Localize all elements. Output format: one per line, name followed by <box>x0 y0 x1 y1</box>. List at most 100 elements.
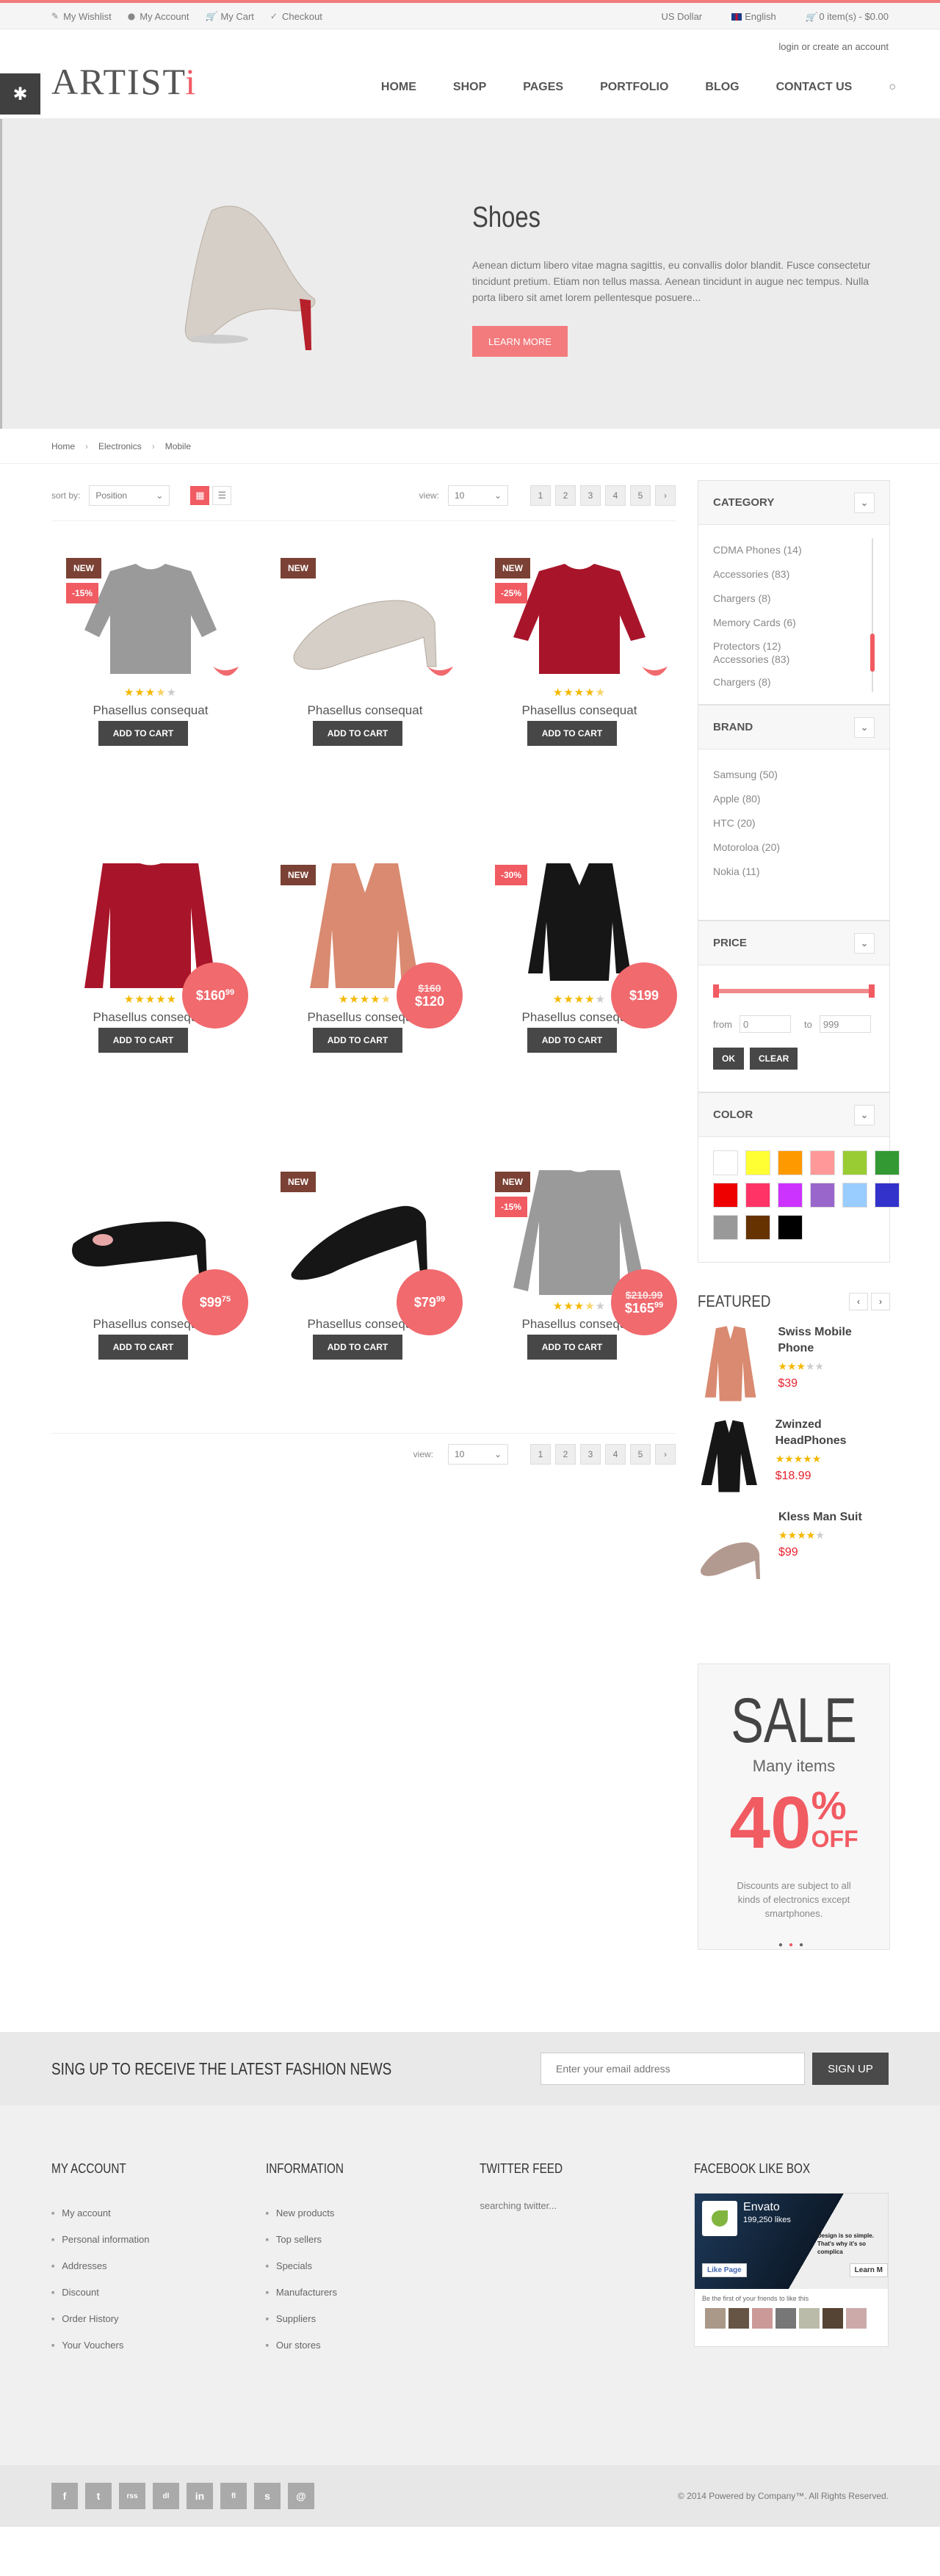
grid-view-button[interactable]: ▦ <box>190 485 210 505</box>
color-swatch[interactable] <box>745 1183 770 1208</box>
price-to-input[interactable]: 999 <box>819 1015 871 1033</box>
color-swatch[interactable] <box>778 1183 803 1208</box>
chevron-down-icon[interactable]: ⌄ <box>854 1104 875 1125</box>
footer-link[interactable]: New products <box>266 2200 480 2227</box>
nav-blog[interactable]: BLOG <box>705 81 739 94</box>
add-to-cart-button[interactable]: ADD TO CART <box>527 1335 617 1360</box>
product-name[interactable]: Phasellus consequat <box>51 703 250 718</box>
nav-pages[interactable]: PAGES <box>523 81 563 94</box>
footer-link[interactable]: Personal information <box>51 2227 266 2253</box>
carousel-dot[interactable]: ● <box>799 1941 809 1949</box>
brand-item[interactable]: HTC (20) <box>713 811 875 835</box>
scrollbar[interactable] <box>870 538 875 692</box>
product-card[interactable]: NEW $7999 Phasellus consequat ADD TO CAR… <box>266 1155 464 1462</box>
featured-name[interactable]: Swiss Mobile Phone <box>778 1324 890 1357</box>
category-item[interactable]: Protectors (12) <box>713 639 875 653</box>
nav-portfolio[interactable]: PORTFOLIO <box>600 81 668 94</box>
twitter-icon[interactable]: t <box>85 2483 112 2509</box>
product-card[interactable]: -30% $199 ★★★★★ Phasellus consequat ADD … <box>480 849 679 1155</box>
product-card[interactable]: $9975 Phasellus consequat ADD TO CART <box>51 1155 250 1462</box>
language-select[interactable]: English <box>731 11 776 22</box>
product-name[interactable]: Phasellus consequat <box>480 703 679 718</box>
category-item[interactable]: Memory Cards (6) <box>713 611 875 635</box>
footer-link[interactable]: My account <box>51 2200 266 2227</box>
page-3[interactable]: 3 <box>580 485 601 506</box>
add-to-cart-button[interactable]: ADD TO CART <box>313 721 402 746</box>
account-link[interactable]: ● My Account <box>128 11 189 22</box>
currency-select[interactable]: US Dollar <box>662 11 703 22</box>
page-2[interactable]: 2 <box>555 485 576 506</box>
email-icon[interactable]: @ <box>288 2483 314 2509</box>
sale-banner[interactable]: SALE Many items 40 % OFF Discounts are su… <box>698 1663 890 1950</box>
category-item[interactable]: Chargers (8) <box>713 587 875 611</box>
color-swatch[interactable] <box>713 1150 738 1175</box>
carousel-dot[interactable]: ● <box>778 1941 789 1949</box>
brand-item[interactable]: Samsung (50) <box>713 763 875 787</box>
brand-item[interactable]: Nokia (11) <box>713 860 875 884</box>
nav-contact[interactable]: CONTACT US <box>776 81 853 94</box>
nav-home[interactable]: HOME <box>381 81 416 94</box>
featured-item[interactable]: Zwinzed HeadPhones ★★★★★ $18.99 <box>698 1417 890 1509</box>
list-view-button[interactable]: ☰ <box>212 485 232 505</box>
featured-item[interactable]: Swiss Mobile Phone ★★★★★ $39 <box>698 1324 890 1417</box>
featured-name[interactable]: Kless Man Suit <box>778 1509 862 1525</box>
wishlist-link[interactable]: ✎ My Wishlist <box>51 11 112 22</box>
product-name[interactable]: Phasellus consequat <box>266 703 464 718</box>
category-item[interactable]: CDMA Phones (14) <box>713 538 875 562</box>
sign-up-button[interactable]: SIGN UP <box>812 2053 889 2085</box>
footer-link[interactable]: Manufacturers <box>266 2279 480 2306</box>
nav-shop[interactable]: SHOP <box>453 81 486 94</box>
cart-link[interactable]: 🛒 My Cart <box>205 11 253 22</box>
mini-cart[interactable]: 🛒 0 item(s) - $0.00 <box>806 11 889 22</box>
price-from-input[interactable]: 0 <box>740 1015 791 1033</box>
color-swatch[interactable] <box>875 1150 900 1175</box>
chevron-down-icon[interactable]: ⌄ <box>854 932 875 954</box>
slider-handle-max[interactable] <box>869 984 875 998</box>
settings-toggle-button[interactable]: ✱ <box>0 73 40 115</box>
login-link[interactable]: login or create an account <box>778 41 889 52</box>
color-swatch[interactable] <box>810 1183 835 1208</box>
product-card[interactable]: NEW -15% $210.99 $16599 ★★★★★ Phasellus c… <box>480 1155 679 1462</box>
featured-prev-button[interactable]: ‹ <box>849 1293 868 1310</box>
product-card[interactable]: NEW -15% ★★★★★ Phasellus consequat ADD T… <box>51 542 250 849</box>
color-swatch[interactable] <box>745 1150 770 1175</box>
color-swatch[interactable] <box>875 1183 900 1208</box>
color-swatch[interactable] <box>713 1215 738 1240</box>
category-item[interactable]: Accessories (83) <box>713 653 875 666</box>
color-swatch[interactable] <box>810 1150 835 1175</box>
fb-learn-button[interactable]: Learn M <box>849 2263 889 2277</box>
footer-link[interactable]: Addresses <box>51 2253 266 2279</box>
linkedin-icon[interactable]: in <box>187 2483 213 2509</box>
slider-handle-min[interactable] <box>713 984 719 998</box>
price-clear-button[interactable]: CLEAR <box>750 1048 798 1070</box>
footer-link[interactable]: Discount <box>51 2279 266 2306</box>
category-item[interactable]: Chargers (8) <box>713 670 875 694</box>
price-ok-button[interactable]: OK <box>713 1048 744 1070</box>
brand-item[interactable]: Apple (80) <box>713 787 875 811</box>
product-card[interactable]: NEW Phasellus consequat ADD TO CART <box>266 542 464 849</box>
add-to-cart-button[interactable]: ADD TO CART <box>313 1028 402 1053</box>
learn-more-button[interactable]: LEARN MORE <box>472 326 568 357</box>
site-logo[interactable]: ARTISTi <box>51 60 197 103</box>
footer-link[interactable]: Suppliers <box>266 2306 480 2332</box>
product-card[interactable]: $16099 ★★★★★ Phasellus consequat ADD TO … <box>51 849 250 1155</box>
footer-link[interactable]: Order History <box>51 2306 266 2332</box>
search-icon[interactable]: ○ <box>889 81 896 94</box>
page-1[interactable]: 1 <box>530 485 551 506</box>
product-card[interactable]: NEW -25% ★★★★★ Phasellus consequat ADD T… <box>480 542 679 849</box>
breadcrumb-home[interactable]: Home <box>51 441 75 451</box>
facebook-like-box[interactable]: Envato 199,250 likes Design is so simple… <box>694 2193 889 2347</box>
add-to-cart-button[interactable]: ADD TO CART <box>527 1028 617 1053</box>
checkout-link[interactable]: ✓ Checkout <box>270 11 322 22</box>
color-swatch[interactable] <box>778 1215 803 1240</box>
color-swatch[interactable] <box>713 1183 738 1208</box>
add-to-cart-button[interactable]: ADD TO CART <box>98 1028 188 1053</box>
category-item[interactable]: Accessories (83) <box>713 562 875 587</box>
next-page[interactable]: › <box>655 485 676 506</box>
featured-item[interactable]: Kless Man Suit ★★★★★ $99 <box>698 1509 890 1602</box>
footer-link[interactable]: Our stores <box>266 2332 480 2359</box>
delicious-icon[interactable]: dl <box>153 2483 179 2509</box>
product-card[interactable]: NEW $160 $120 ★★★★★ Phasellus consequat A… <box>266 849 464 1155</box>
footer-link[interactable]: Your Vouchers <box>51 2332 266 2359</box>
footer-link[interactable]: Specials <box>266 2253 480 2279</box>
